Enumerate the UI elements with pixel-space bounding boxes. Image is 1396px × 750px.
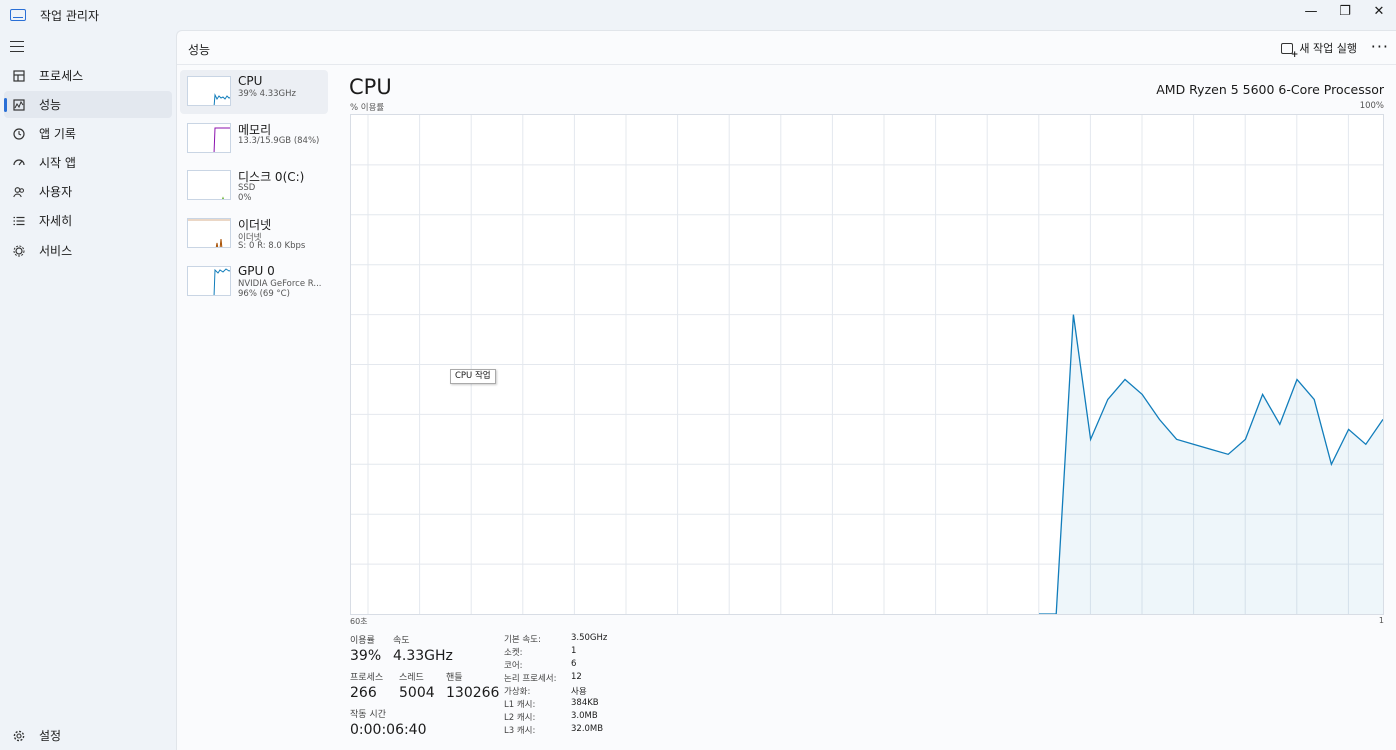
- l2-cache-value: 3.0MB: [571, 711, 598, 721]
- nav-item-app-history[interactable]: 앱 기록: [4, 120, 172, 147]
- task-manager-icon: [10, 9, 26, 21]
- nav-label: 프로세스: [39, 69, 84, 83]
- handles-label: 핸들: [446, 673, 463, 683]
- graph-tooltip: CPU 작업: [450, 369, 496, 384]
- new-task-button[interactable]: 새 작업 실행: [1281, 40, 1357, 60]
- new-task-icon: [1281, 42, 1298, 60]
- threads-value: 5004: [399, 685, 435, 701]
- device-item-ethernet[interactable]: 이더넷 이더넷 S: 0 R: 8.0 Kbps: [180, 212, 328, 256]
- device-item-disk[interactable]: 디스크 0(C:) SSD 0%: [180, 164, 328, 208]
- page-header: 성능 새 작업 실행 ···: [177, 31, 1396, 65]
- app-title: 작업 관리자: [40, 8, 100, 23]
- memory-thumbnail: [187, 123, 231, 153]
- page-title: 성능: [188, 43, 211, 57]
- performance-icon: [12, 98, 26, 112]
- cores-label: 코어:: [504, 661, 523, 671]
- utilization-label: 이용률: [350, 636, 375, 646]
- nav-label: 서비스: [39, 244, 73, 258]
- sidebar: 프로세스 성능 앱 기록 시작 앱 사용자 자세히 서비스 설정: [0, 30, 176, 750]
- title-bar: 작업 관리자 — ❐ ✕: [0, 0, 1396, 30]
- nav-item-performance[interactable]: 성능: [4, 91, 172, 118]
- threads-label: 스레드: [399, 673, 424, 683]
- virtualization-value: 사용: [571, 687, 587, 697]
- device-stat: 96% (69 °C): [238, 289, 290, 299]
- y-axis-label: % 이용률: [350, 103, 385, 113]
- nav-item-services[interactable]: 서비스: [4, 237, 172, 264]
- base-speed-label: 기본 속도:: [504, 635, 541, 645]
- sockets-value: 1: [571, 646, 577, 656]
- device-item-gpu[interactable]: GPU 0 NVIDIA GeForce R... 96% (69 °C): [180, 260, 328, 304]
- l3-cache-value: 32.0MB: [571, 724, 604, 734]
- logical-processors-value: 12: [571, 672, 582, 682]
- speed-label: 속도: [393, 636, 410, 646]
- logical-processors-label: 논리 프로세서:: [504, 674, 557, 684]
- services-icon: [12, 244, 26, 258]
- device-stat: S: 0 R: 8.0 Kbps: [238, 241, 306, 251]
- nav-label: 성능: [39, 98, 62, 112]
- nav-label: 시작 앱: [39, 156, 76, 170]
- uptime-label: 작동 시간: [350, 710, 386, 720]
- y-axis-max-label: 100%: [1359, 101, 1384, 111]
- nav-item-processes[interactable]: 프로세스: [4, 62, 172, 89]
- device-model: NVIDIA GeForce R...: [238, 279, 322, 289]
- minimize-button[interactable]: —: [1294, 0, 1328, 22]
- processes-icon: [12, 69, 26, 83]
- more-options-button[interactable]: ···: [1371, 37, 1389, 56]
- nav-label: 사용자: [39, 185, 73, 199]
- device-name: GPU 0: [238, 264, 275, 278]
- device-stat: 13.3/15.9GB (84%): [238, 136, 320, 146]
- cpu-usage-graph: [350, 114, 1384, 615]
- disk-thumbnail: [187, 170, 231, 200]
- nav-label: 설정: [39, 729, 62, 743]
- gpu-thumbnail: [187, 266, 231, 296]
- l2-cache-label: L2 캐시:: [504, 713, 536, 723]
- processes-value: 266: [350, 685, 377, 701]
- nav-label: 자세히: [39, 214, 73, 228]
- device-type: SSD: [238, 183, 256, 193]
- sockets-label: 소켓:: [504, 648, 523, 658]
- hamburger-menu-icon[interactable]: [10, 40, 24, 53]
- l1-cache-label: L1 캐시:: [504, 700, 536, 710]
- close-button[interactable]: ✕: [1362, 0, 1396, 22]
- cpu-graph-svg: [351, 115, 1384, 615]
- processor-name: AMD Ryzen 5 5600 6-Core Processor: [1156, 82, 1384, 97]
- virtualization-label: 가상화:: [504, 687, 531, 697]
- new-task-label: 새 작업 실행: [1299, 42, 1357, 55]
- processes-label: 프로세스: [350, 673, 384, 683]
- cores-value: 6: [571, 659, 577, 669]
- x-axis-right-label: 1: [1378, 616, 1384, 625]
- window-controls: — ❐ ✕: [1294, 0, 1396, 30]
- restore-button[interactable]: ❐: [1328, 0, 1362, 22]
- device-stat: 39% 4.33GHz: [238, 89, 296, 99]
- nav-item-startup[interactable]: 시작 앱: [4, 149, 172, 176]
- device-item-memory[interactable]: 메모리 13.3/15.9GB (84%): [180, 117, 328, 161]
- startup-icon: [12, 156, 26, 170]
- l3-cache-label: L3 캐시:: [504, 726, 536, 736]
- speed-value: 4.33GHz: [393, 648, 453, 664]
- gear-icon: [12, 729, 26, 743]
- device-item-cpu[interactable]: CPU 39% 4.33GHz: [180, 70, 328, 114]
- device-stat: 0%: [238, 193, 252, 203]
- l1-cache-value: 384KB: [571, 698, 599, 708]
- x-axis-left-label: 60초: [350, 617, 368, 626]
- utilization-value: 39%: [350, 648, 382, 664]
- base-speed-value: 3.50GHz: [571, 633, 608, 643]
- ethernet-thumbnail: [187, 218, 231, 248]
- uptime-value: 0:00:06:40: [350, 722, 427, 738]
- active-indicator: [4, 98, 7, 112]
- nav-item-details[interactable]: 자세히: [4, 207, 172, 234]
- nav-label: 앱 기록: [39, 127, 76, 141]
- detail-title: CPU: [349, 75, 392, 99]
- cpu-thumbnail: [187, 76, 231, 106]
- nav-item-settings[interactable]: 설정: [4, 722, 172, 749]
- handles-value: 130266: [446, 685, 500, 701]
- app-history-icon: [12, 127, 26, 141]
- nav-item-users[interactable]: 사용자: [4, 178, 172, 205]
- details-icon: [12, 214, 26, 228]
- main-panel: 성능 새 작업 실행 ··· CPU 39% 4.33GHz 메모리 13.3/…: [176, 30, 1396, 750]
- device-name: CPU: [238, 74, 263, 88]
- users-icon: [12, 185, 26, 199]
